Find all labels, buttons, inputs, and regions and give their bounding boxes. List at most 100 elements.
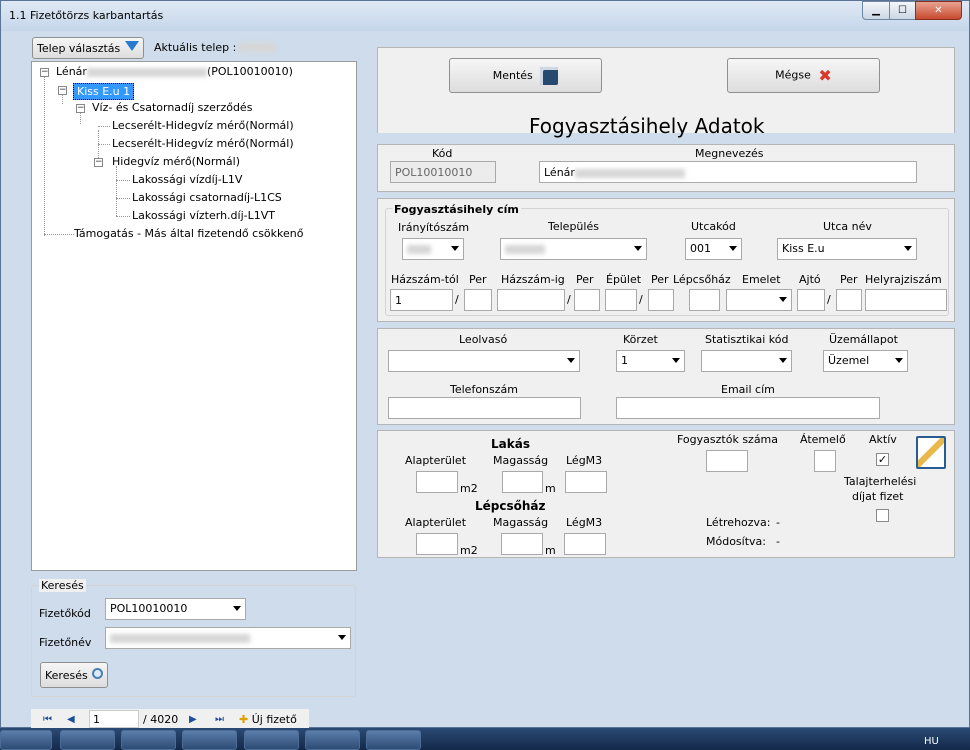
lepcsohaz-magassag-field[interactable] [501, 533, 543, 555]
taskbar-app-icon[interactable] [366, 730, 421, 750]
hazszam-tol-label: Házszám-tól [391, 273, 459, 286]
m2-unit: m2 [460, 482, 478, 495]
language-indicator[interactable]: HU [924, 736, 939, 747]
telefonszam-field[interactable] [388, 397, 581, 419]
atemelo-field[interactable] [814, 450, 836, 472]
taskbar-explorer-icon[interactable] [182, 730, 237, 750]
cancel-button[interactable]: Mégse ✖ [727, 58, 880, 93]
search-button[interactable]: Keresés [40, 662, 108, 688]
payer-tree[interactable]: − Lénár (POL10010010) − Kiss E.u 1 − Víz-… [31, 61, 357, 571]
tree-item-fee[interactable]: Lakossági vízdíj-L1V [132, 173, 242, 186]
close-button[interactable]: ✕ [915, 1, 962, 20]
first-record-icon[interactable]: ⏮ [43, 714, 52, 725]
fizetokod-select[interactable]: POL10010010 [105, 598, 246, 620]
utcanev-select[interactable]: Kiss E.u [777, 238, 917, 260]
aktiv-label: Aktív [869, 433, 897, 446]
ajto-field[interactable] [797, 289, 825, 311]
aktiv-checkbox[interactable]: ✓ [876, 453, 889, 466]
hazszam-ig-label: Házszám-ig [501, 273, 565, 286]
utcanev-label: Utca név [823, 220, 872, 233]
emelet-select[interactable] [726, 289, 792, 311]
chevron-down-icon [729, 246, 737, 251]
leolvaso-select[interactable] [388, 350, 580, 372]
epulet-label: Épület [606, 273, 642, 286]
telep-valasztas-button[interactable]: Telep választás [32, 37, 144, 59]
fogyasztok-szama-field[interactable] [706, 450, 748, 472]
lakas-legm3-field[interactable] [565, 471, 607, 493]
lepcsohaz-title: Lépcsőház [475, 499, 546, 513]
lakas-alapterulet-field[interactable] [416, 471, 458, 493]
utcakod-select[interactable]: 001 [685, 238, 742, 260]
save-button[interactable]: Mentés [449, 58, 602, 93]
per-label: Per [469, 273, 487, 286]
collapse-icon[interactable]: − [40, 68, 49, 77]
per3-field[interactable] [648, 289, 674, 311]
hazszam-tol-field[interactable]: 1 [390, 289, 453, 311]
tree-item-meter[interactable]: Hidegvíz mérő(Normál) [112, 155, 240, 168]
lepcsohaz-field[interactable] [689, 289, 720, 311]
lepcsohaz-legm3-field[interactable] [564, 533, 606, 555]
megnevezes-field[interactable]: Lénár [539, 161, 917, 183]
per-label: Per [651, 273, 669, 286]
per4-field[interactable] [836, 289, 862, 311]
lepcsohaz-alapterulet-field[interactable] [416, 533, 458, 555]
uzemallapot-label: Üzemállapot [829, 333, 898, 346]
talajterhelesi-label: Talajterhelési [844, 475, 917, 488]
page-heading: Fogyasztásihely Adatok [529, 114, 765, 138]
lepcsohaz-label: Lépcsőház [673, 273, 731, 286]
korzet-select[interactable]: 1 [616, 350, 685, 372]
utcakod-label: Utcakód [691, 220, 736, 233]
prev-record-icon[interactable]: ◀ [67, 714, 75, 725]
atemelo-label: Átemelő [800, 433, 846, 446]
telepules-select[interactable] [500, 238, 647, 260]
telepules-label: Település [548, 220, 599, 233]
tree-root[interactable]: Lénár (POL10010010) [56, 65, 293, 78]
new-payer-button[interactable]: ✚ Új fizető [239, 713, 297, 726]
collapse-icon[interactable]: − [58, 86, 67, 95]
iranyitoszam-label: Irányítószám [398, 221, 470, 234]
record-position-input[interactable]: 1 [89, 710, 139, 728]
tree-item-contract[interactable]: Víz- és Csatornadíj szerződés [92, 101, 252, 114]
chevron-down-icon [233, 606, 241, 611]
statisztikai-kod-select[interactable] [701, 350, 792, 372]
fizetonev-select[interactable] [105, 627, 351, 649]
lakas-magassag-field[interactable] [502, 471, 543, 493]
taskbar-thunderbird-icon[interactable] [305, 730, 360, 750]
collapse-icon[interactable]: − [76, 104, 85, 113]
uzemallapot-select[interactable]: Üzemel [823, 350, 908, 372]
hazszam-ig-field[interactable] [497, 289, 565, 311]
maximize-button[interactable]: ☐ [889, 1, 916, 20]
email-field[interactable] [616, 397, 880, 419]
per2-field[interactable] [574, 289, 600, 311]
tree-item-support[interactable]: Támogatás - Más által fizetendő csökkenő [74, 227, 303, 240]
next-record-icon[interactable]: ▶ [189, 714, 197, 725]
emelet-label: Emelet [742, 273, 781, 286]
minimize-button[interactable]: ▁ [862, 1, 890, 20]
collapse-icon[interactable]: − [94, 158, 103, 167]
aktualis-telep-value [239, 43, 275, 52]
taskbar-skype-icon[interactable] [60, 730, 115, 750]
tree-item-fee[interactable]: Lakossági vízterh.díj-L1VT [132, 209, 275, 222]
search-group-title: Keresés [39, 579, 86, 592]
iranyitoszam-select[interactable] [402, 238, 464, 260]
slash-separator: / [827, 293, 831, 306]
tree-item-meter[interactable]: Lecserélt-Hidegvíz mérő(Normál) [112, 137, 294, 150]
per-label: Per [576, 273, 594, 286]
tree-item-fee[interactable]: Lakossági csatornadíj-L1CS [132, 191, 282, 204]
korzet-label: Körzet [623, 333, 658, 346]
talajterhelesi-checkbox[interactable] [876, 509, 889, 522]
leolvaso-label: Leolvasó [459, 333, 508, 346]
taskbar-save-icon[interactable] [121, 730, 176, 750]
last-record-icon[interactable]: ⏭ [215, 714, 224, 725]
taskbar-firefox-icon[interactable] [0, 730, 52, 750]
chevron-down-icon [672, 358, 680, 363]
plus-icon: ✚ [239, 713, 249, 726]
tree-item-selected[interactable]: Kiss E.u 1 [73, 83, 135, 100]
chevron-down-icon [567, 358, 575, 363]
edit-icon[interactable] [916, 436, 946, 469]
helyrajziszam-field[interactable] [865, 289, 947, 311]
taskbar-visualstudio-icon[interactable] [244, 730, 299, 750]
epulet-field[interactable] [605, 289, 637, 311]
tree-item-meter[interactable]: Lecserélt-Hidegvíz mérő(Normál) [112, 119, 294, 132]
per1-field[interactable] [464, 289, 492, 311]
